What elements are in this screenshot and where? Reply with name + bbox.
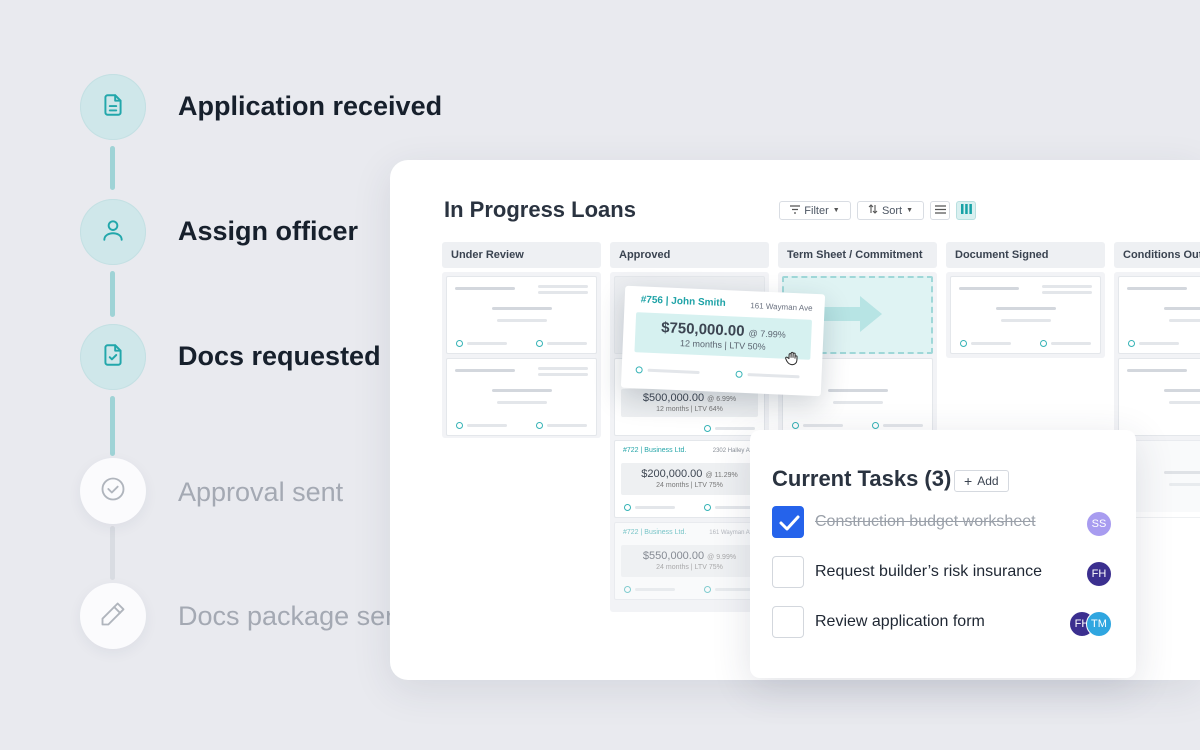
timeline-step-label: Docs package sent <box>178 601 408 631</box>
column-body <box>946 272 1105 358</box>
grab-hand-cursor-icon <box>784 350 801 370</box>
document-icon <box>100 92 126 123</box>
arrow-right-icon <box>822 294 884 339</box>
loan-card-placeholder[interactable] <box>446 358 597 436</box>
loan-amount: $500,000.00 <box>642 392 705 404</box>
task-item: Construction budget worksheet SS <box>772 506 1112 540</box>
loan-rate: @ 9.99% <box>707 554 737 561</box>
loan-id: #756 | John Smith <box>640 294 726 310</box>
plus-icon: + <box>964 473 973 489</box>
loan-card-placeholder[interactable] <box>446 276 597 354</box>
list-icon <box>934 204 946 217</box>
loan-card[interactable]: #722 | Business Ltd. 2302 Halley Ave $20… <box>614 440 765 518</box>
loan-address: 161 Wayman Ave <box>709 530 756 536</box>
dragged-loan-card[interactable]: #756 | John Smith 161 Wayman Ave $750,00… <box>620 285 826 397</box>
loan-id: #722 | Business Ltd. <box>623 529 687 536</box>
timeline-step-label: Application received <box>178 91 443 121</box>
timeline-step-label: Docs requested <box>178 341 381 371</box>
loan-card-placeholder[interactable] <box>1118 358 1200 436</box>
check-icon <box>779 515 800 531</box>
loan-amount: $200,000.00 <box>641 468 703 480</box>
column-header: Conditions Outstanding <box>1114 242 1200 268</box>
timeline-step-label: Approval sent <box>178 477 344 507</box>
loan-id: #722 | Business Ltd. <box>623 447 687 454</box>
timeline-connector <box>110 271 115 317</box>
timeline-step-docs-requested <box>80 324 146 390</box>
sort-button[interactable]: Sort ▼ <box>857 201 924 220</box>
board-title: In Progress Loans <box>444 197 636 222</box>
task-checkbox[interactable] <box>772 606 804 638</box>
add-task-button[interactable]: + Add <box>954 470 1009 492</box>
loan-rate: @ 6.99% <box>707 396 737 403</box>
timeline-step-assign-officer <box>80 199 146 265</box>
timeline-connector <box>110 526 115 580</box>
filter-label: Filter <box>804 204 829 217</box>
column-header: Approved <box>610 242 769 268</box>
task-item: Review application form FH TM <box>772 606 1112 640</box>
loan-terms: 24 months | LTV 75% <box>656 482 723 489</box>
document-check-icon <box>100 342 126 373</box>
task-checkbox[interactable] <box>772 506 804 538</box>
loan-rate: @ 7.99% <box>748 328 786 340</box>
task-text: Request builder’s risk insurance <box>815 563 1043 580</box>
filter-icon <box>790 204 801 217</box>
column-header: Under Review <box>442 242 601 268</box>
loan-card-placeholder[interactable] <box>1118 276 1200 354</box>
user-icon <box>635 366 643 374</box>
sort-label: Sort <box>881 204 903 217</box>
timeline-step-approval-sent <box>80 458 146 524</box>
column-under-review: Under Review <box>442 242 601 642</box>
loan-amount: $750,000.00 <box>660 319 745 340</box>
task-text: Construction budget worksheet <box>815 513 1036 530</box>
loan-rate: @ 11.29% <box>705 472 738 479</box>
avatar[interactable]: FH <box>1086 561 1112 587</box>
timeline-step-docs-package-sent <box>80 583 146 649</box>
chevron-down-icon: ▼ <box>832 207 840 214</box>
task-text: Review application form <box>815 613 985 630</box>
check-circle-icon <box>99 475 127 508</box>
task-checkbox[interactable] <box>772 556 804 588</box>
add-task-label: Add <box>977 474 999 488</box>
loan-card-placeholder[interactable] <box>950 276 1101 354</box>
task-item: Request builder’s risk insurance FH <box>772 556 1112 590</box>
board-view-button[interactable] <box>956 201 976 220</box>
sort-icon <box>868 204 878 217</box>
loan-terms: 24 months | LTV 75% <box>656 564 723 571</box>
loan-terms: 12 months | LTV 64% <box>656 406 723 413</box>
pencil-icon <box>99 600 127 633</box>
loan-address: 161 Wayman Ave <box>750 301 813 313</box>
timeline-connector <box>110 396 115 456</box>
column-header: Term Sheet / Commitment <box>778 242 937 268</box>
timeline-connector <box>110 146 115 190</box>
column-header: Document Signed <box>946 242 1105 268</box>
user-icon <box>100 217 126 248</box>
progress-timeline: Application received Assign officer Docs… <box>0 0 443 750</box>
chevron-down-icon: ▼ <box>906 207 914 214</box>
tasks-title: Current Tasks (3) <box>772 466 952 491</box>
current-tasks-card: Current Tasks (3) + Add Construction bud… <box>750 430 1136 678</box>
loan-amount: $550,000.00 <box>642 550 705 562</box>
avatar[interactable]: TM <box>1086 611 1112 637</box>
column-body <box>442 272 601 438</box>
columns-icon <box>960 204 972 217</box>
clock-icon <box>735 370 743 378</box>
avatar[interactable]: SS <box>1086 511 1112 537</box>
loan-card[interactable]: #722 | Business Ltd. 161 Wayman Ave $550… <box>614 522 765 600</box>
timeline-step-application-received <box>80 74 146 140</box>
filter-button[interactable]: Filter ▼ <box>779 201 851 220</box>
list-view-button[interactable] <box>930 201 950 220</box>
timeline-step-label: Assign officer <box>178 216 359 246</box>
